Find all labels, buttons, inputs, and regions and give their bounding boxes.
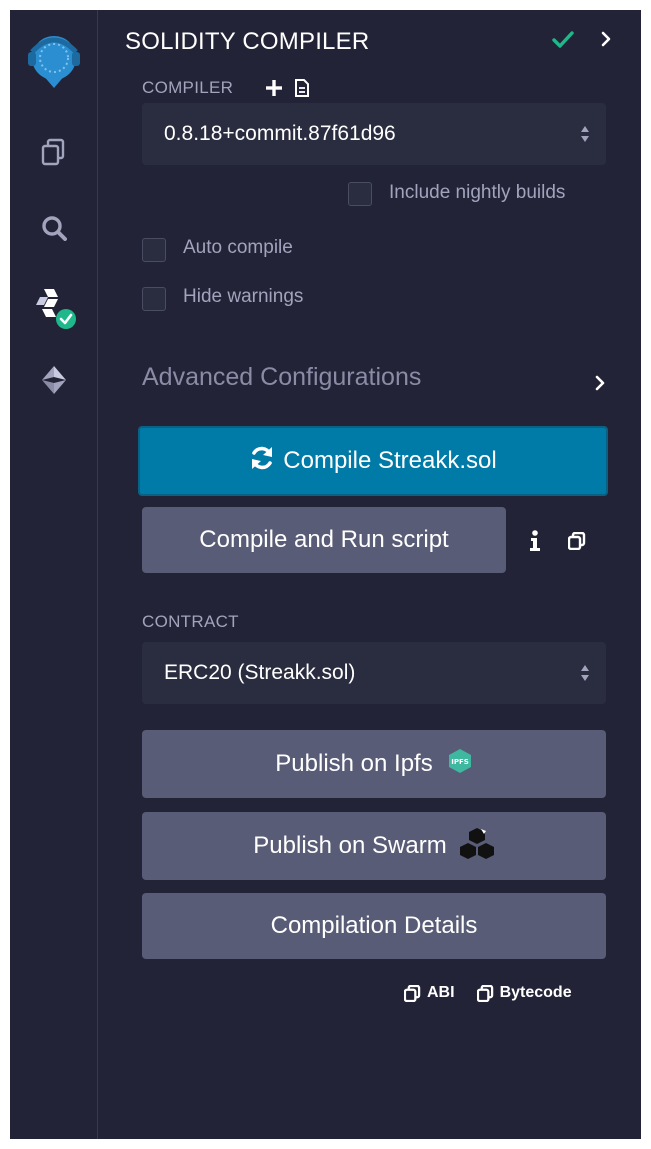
abi-label: ABI <box>427 984 455 1001</box>
plus-icon[interactable] <box>264 78 284 103</box>
remix-window: SOLIDITY COMPILER COMPILER 0.8.18+commit… <box>10 10 641 1139</box>
nightly-builds-checkbox[interactable] <box>348 182 372 206</box>
check-icon <box>552 30 574 55</box>
panel-title: SOLIDITY COMPILER <box>125 28 370 55</box>
compile-run-script-label: Compile and Run script <box>199 526 449 553</box>
bytecode-label: Bytecode <box>499 984 572 1001</box>
contract-select-value: ERC20 (Streakk.sol) <box>164 661 356 684</box>
refresh-icon <box>249 445 275 478</box>
info-icon[interactable] <box>528 530 542 557</box>
compile-run-script-button[interactable]: Compile and Run script <box>142 507 506 573</box>
chevron-right-icon[interactable] <box>600 30 612 53</box>
hide-warnings-label: Hide warnings <box>183 286 304 307</box>
compiler-version-value: 0.8.18+commit.87f61d96 <box>164 122 396 145</box>
search-icon[interactable] <box>10 210 97 246</box>
swarm-icon <box>459 826 495 867</box>
copy-icon[interactable] <box>567 531 586 555</box>
compiler-version-select[interactable]: 0.8.18+commit.87f61d96 <box>142 103 606 165</box>
deploy-run-icon[interactable] <box>10 360 97 400</box>
compile-button-label: Compile Streakk.sol <box>283 447 497 474</box>
compilation-details-label: Compilation Details <box>270 912 478 939</box>
auto-compile-checkbox[interactable] <box>142 238 166 262</box>
solidity-compiler-icon[interactable] <box>10 284 97 330</box>
select-arrows-icon <box>580 125 590 149</box>
copy-bytecode-link[interactable]: Bytecode <box>476 984 572 1002</box>
ipfs-icon: IPFS <box>447 748 473 781</box>
remix-logo-icon[interactable] <box>10 26 97 96</box>
hide-warnings-checkbox[interactable] <box>142 287 166 311</box>
publish-swarm-button[interactable]: Publish on Swarm <box>142 812 606 880</box>
contract-select[interactable]: ERC20 (Streakk.sol) <box>142 642 606 704</box>
compiler-panel: SOLIDITY COMPILER COMPILER 0.8.18+commit… <box>98 10 641 1139</box>
compile-button[interactable]: Compile Streakk.sol <box>138 426 608 496</box>
publish-ipfs-button[interactable]: Publish on Ipfs IPFS <box>142 730 606 798</box>
publish-swarm-label: Publish on Swarm <box>253 832 447 859</box>
file-explorer-icon[interactable] <box>10 134 97 170</box>
file-icon[interactable] <box>294 78 310 103</box>
copy-icon <box>476 984 493 1002</box>
copy-abi-link[interactable]: ABI <box>404 984 455 1002</box>
compiler-label: COMPILER <box>142 78 234 97</box>
select-arrows-icon <box>580 664 590 688</box>
compilation-details-button[interactable]: Compilation Details <box>142 893 606 959</box>
publish-ipfs-label: Publish on Ipfs <box>275 750 433 777</box>
auto-compile-label: Auto compile <box>183 237 293 258</box>
ipfs-badge-text: IPFS <box>451 758 469 766</box>
chevron-right-icon[interactable] <box>594 374 606 397</box>
icon-sidebar <box>10 10 98 1139</box>
contract-label: CONTRACT <box>142 612 239 631</box>
advanced-config-toggle[interactable]: Advanced Configurations <box>142 363 421 392</box>
copy-icon <box>404 984 421 1002</box>
nightly-builds-label: Include nightly builds <box>389 182 566 203</box>
copy-links: ABI Bytecode <box>404 984 594 1002</box>
